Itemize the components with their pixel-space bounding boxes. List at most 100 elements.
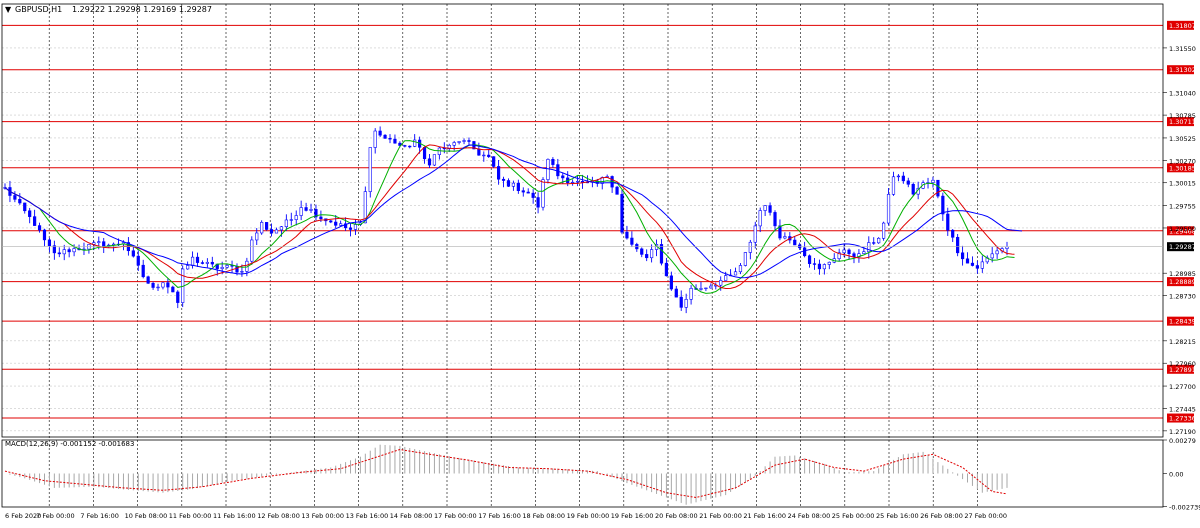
candle-body bbox=[551, 159, 555, 165]
candle-body bbox=[960, 252, 965, 260]
candle-body bbox=[511, 182, 516, 187]
candle-body bbox=[348, 227, 353, 230]
candle-body bbox=[205, 261, 209, 264]
candle-body bbox=[255, 232, 259, 241]
candle-body bbox=[28, 210, 32, 217]
candle-body bbox=[501, 178, 506, 181]
x-tick-label: 19 Feb 16:00 bbox=[611, 512, 654, 520]
candle-body bbox=[580, 181, 585, 183]
candle-body bbox=[738, 265, 743, 273]
candle-body bbox=[339, 223, 343, 226]
candle-body bbox=[477, 148, 481, 156]
y-tick-label: 1.27190 bbox=[1169, 428, 1196, 436]
symbol-label: GBPUSD,H1 bbox=[15, 5, 62, 14]
candle-body bbox=[669, 275, 673, 290]
candle-body bbox=[536, 197, 540, 208]
candle-body bbox=[783, 236, 787, 239]
candle-body bbox=[33, 216, 37, 226]
candle-body bbox=[141, 264, 145, 278]
candle-body bbox=[67, 249, 71, 253]
candle-body bbox=[131, 250, 135, 257]
candle-body bbox=[748, 241, 752, 253]
candle-body bbox=[294, 215, 298, 220]
candle-body bbox=[956, 236, 960, 254]
x-tick-label: 7 Feb 00:00 bbox=[36, 512, 75, 520]
x-tick-label: 7 Feb 16:00 bbox=[80, 512, 119, 520]
y-tick-label: 1.29755 bbox=[1169, 203, 1196, 211]
candle-body bbox=[97, 241, 101, 243]
candle-body bbox=[1005, 246, 1009, 249]
candle-body bbox=[200, 262, 205, 264]
candle-body bbox=[521, 190, 525, 193]
candle-body bbox=[220, 266, 224, 269]
candle-body bbox=[827, 261, 831, 265]
candle-body bbox=[506, 180, 511, 187]
chart-window[interactable]: 1.31807 1.31302 1.30711 1.30185 1.29468 1.288… bbox=[0, 0, 1200, 524]
candle-body bbox=[176, 291, 180, 303]
candle-body bbox=[620, 194, 624, 233]
candle-body bbox=[812, 263, 817, 265]
candle-body bbox=[645, 254, 649, 259]
y-tick-label: 1.27445 bbox=[1169, 405, 1196, 413]
x-tick-label: 25 Feb 16:00 bbox=[876, 512, 919, 520]
candle-body bbox=[496, 166, 501, 180]
candle-body bbox=[896, 175, 901, 178]
candle-body bbox=[990, 253, 994, 259]
candle-body bbox=[225, 265, 229, 268]
candle-body bbox=[388, 138, 392, 140]
candle-body bbox=[393, 138, 397, 144]
candle-body bbox=[709, 285, 713, 289]
macd-y-tick-label: 0.00 bbox=[1169, 471, 1183, 479]
candle-body bbox=[541, 179, 545, 208]
candle-body bbox=[408, 145, 412, 148]
candle-body bbox=[240, 271, 244, 273]
x-tick-label: 17 Feb 16:00 bbox=[478, 512, 521, 520]
candle-body bbox=[886, 194, 891, 224]
candle-body bbox=[901, 175, 905, 182]
candle-body bbox=[615, 186, 619, 195]
candle-body bbox=[911, 183, 915, 195]
candle-body bbox=[102, 241, 106, 248]
candle-body bbox=[862, 251, 866, 254]
candle-body bbox=[378, 130, 382, 136]
candle-body bbox=[630, 237, 634, 245]
candle-body bbox=[931, 179, 935, 183]
candle-body bbox=[274, 229, 279, 234]
candle-body bbox=[575, 181, 580, 183]
y-tick-label: 1.28730 bbox=[1169, 293, 1196, 301]
y-tick-label: 1.30015 bbox=[1169, 180, 1196, 188]
candle-body bbox=[353, 224, 358, 230]
candle-body bbox=[793, 239, 797, 246]
candle-body bbox=[970, 262, 975, 266]
level-label: 1.28439 bbox=[1169, 318, 1196, 326]
candle-body bbox=[427, 158, 432, 166]
candle-body bbox=[556, 164, 560, 177]
candle-body bbox=[817, 263, 822, 270]
price-chart[interactable]: 1.318071.313021.307111.301851.294681.288… bbox=[0, 0, 1200, 524]
dropdown-arrow-icon[interactable]: ▼ bbox=[5, 5, 12, 14]
candle-body bbox=[289, 219, 293, 221]
candle-body bbox=[156, 286, 160, 289]
candle-body bbox=[650, 249, 654, 259]
candle-body bbox=[980, 261, 984, 269]
candle-body bbox=[146, 276, 150, 284]
candle-body bbox=[704, 287, 708, 290]
candle-body bbox=[57, 252, 61, 255]
candle-body bbox=[684, 299, 688, 308]
candle-body bbox=[719, 280, 723, 286]
candle-body bbox=[18, 199, 22, 204]
candle-body bbox=[674, 288, 678, 298]
x-tick-label: 18 Feb 08:00 bbox=[522, 512, 565, 520]
candle-body bbox=[724, 275, 728, 281]
candle-body bbox=[951, 229, 955, 238]
candle-body bbox=[329, 220, 333, 223]
ohlc-label: 1.29222 1.29298 1.29169 1.29287 bbox=[72, 5, 212, 14]
level-label: 1.27336 bbox=[1169, 415, 1196, 423]
candle-body bbox=[625, 231, 629, 239]
candle-body bbox=[260, 222, 264, 234]
macd-y-tick-label: 0.00279 bbox=[1169, 437, 1196, 445]
candle-body bbox=[72, 248, 76, 253]
candle-body bbox=[319, 216, 323, 220]
macd-y-tick-label: -0.002739 bbox=[1169, 503, 1200, 511]
x-tick-label: 27 Feb 00:00 bbox=[964, 512, 1007, 520]
